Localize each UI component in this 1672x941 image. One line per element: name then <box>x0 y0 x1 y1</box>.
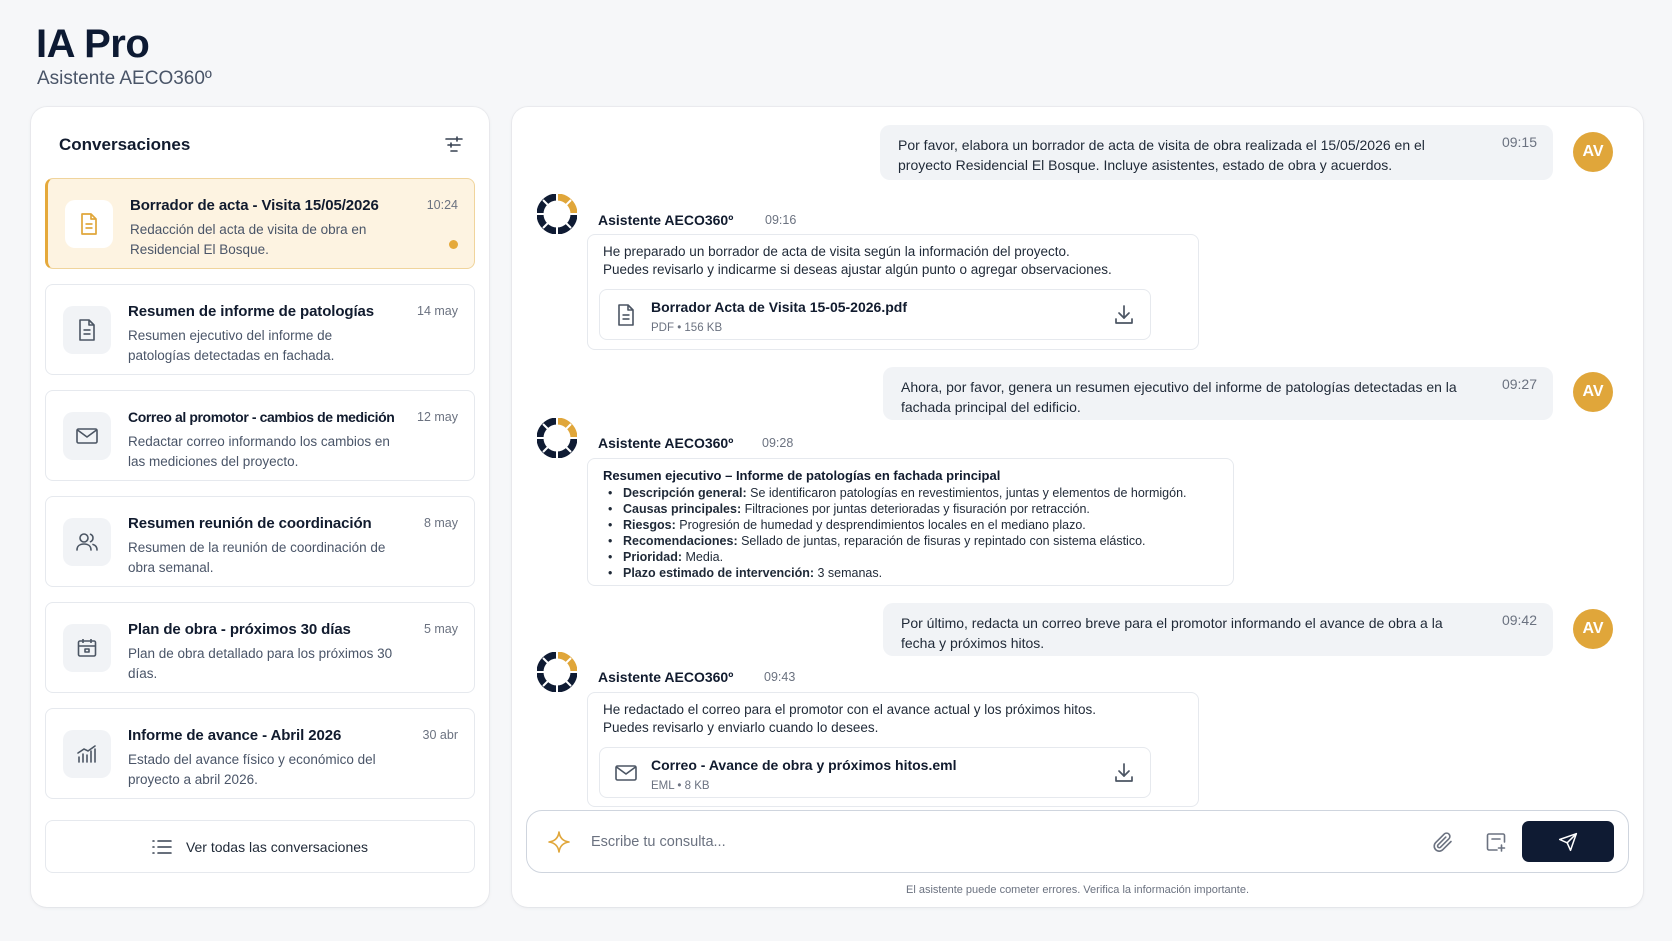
conversation-time: 5 may <box>423 622 458 636</box>
summary-list: Descripción general: Se identificaron pa… <box>603 485 1187 581</box>
conversation-desc: Resumen ejecutivo del informe de patolog… <box>128 328 335 363</box>
document-icon <box>618 304 634 326</box>
conversation-title: Resumen reunión de coordinación <box>128 515 372 532</box>
conversation-title: Informe de avance - Abril 2026 <box>128 727 342 744</box>
conversation-desc: Plan de obra detallado para los próximos… <box>128 646 393 681</box>
conversation-time: 14 may <box>417 304 458 318</box>
summary-item: Causas principales: Filtraciones por jun… <box>603 501 1187 517</box>
disclaimer: El asistente puede cometer errores. Veri… <box>906 884 1249 896</box>
user-message-time: 09:27 <box>1501 376 1537 392</box>
assistant-message-text: He redactado el correo para el promotor … <box>603 702 1097 717</box>
summary-item: Riesgos: Progresión de humedad y despren… <box>603 517 1187 533</box>
avatar: AV <box>1573 372 1613 412</box>
calendar-icon <box>63 624 111 672</box>
list-icon <box>152 839 172 854</box>
conversation-item[interactable]: Correo al promotor - cambios de medición… <box>45 390 475 481</box>
paperclip-icon[interactable] <box>1431 830 1455 854</box>
send-icon <box>1558 832 1578 851</box>
mail-icon <box>615 765 637 781</box>
summary-item: Plazo estimado de intervención: 3 semana… <box>603 565 1187 581</box>
assistant-message-text: Puedes revisarlo y enviarlo cuando lo de… <box>603 720 879 735</box>
user-message-time: 09:42 <box>1501 612 1537 628</box>
summary-item: Recomendaciones: Sellado de juntas, repa… <box>603 533 1187 549</box>
assistant-name: Asistente AECO360º <box>598 435 734 451</box>
user-message-time: 09:15 <box>1501 134 1537 150</box>
user-message-text: Por último, redacta un correo breve para… <box>901 615 1443 651</box>
conversation-title: Correo al promotor - cambios de medición <box>128 409 395 425</box>
download-icon[interactable] <box>1112 761 1136 785</box>
conversation-desc: Redactar correo informando los cambios e… <box>128 434 390 469</box>
conversation-title: Borrador de acta - Visita 15/05/2026 <box>130 197 379 214</box>
filter-icon <box>445 136 463 152</box>
conversation-item[interactable]: Borrador de acta - Visita 15/05/2026 Red… <box>45 178 475 269</box>
sparkle-icon <box>548 831 570 853</box>
conversation-time: 10:24 <box>426 198 458 212</box>
assistant-message-time: 09:43 <box>764 670 796 684</box>
mail-icon <box>63 412 111 460</box>
document-icon <box>63 306 111 354</box>
assistant-message: Resumen ejecutivo – Informe de patología… <box>587 458 1234 586</box>
conversation-item[interactable]: Plan de obra - próximos 30 días Plan de … <box>45 602 475 693</box>
assistant-name: Asistente AECO360º <box>598 212 734 228</box>
filter-button[interactable] <box>441 132 467 158</box>
view-all-conversations-button[interactable]: Ver todas las conversaciones <box>45 820 475 873</box>
attachment-card[interactable]: Borrador Acta de Visita 15-05-2026.pdf P… <box>599 289 1151 340</box>
assistant-message-text: He preparado un borrador de acta de visi… <box>603 244 1070 259</box>
assistant-logo-icon <box>537 194 577 234</box>
sidebar-header: Conversaciones <box>59 135 191 154</box>
assistant-message-time: 09:16 <box>765 213 797 227</box>
summary-title: Resumen ejecutivo – Informe de patología… <box>603 468 1001 483</box>
conversation-time: 8 may <box>423 516 458 530</box>
document-icon <box>65 200 113 248</box>
add-file-icon[interactable] <box>1484 830 1508 854</box>
chat-panel: Por favor, elabora un borrador de acta d… <box>512 107 1643 907</box>
attachment-name: Borrador Acta de Visita 15-05-2026.pdf <box>651 299 907 315</box>
user-message: Por último, redacta un correo breve para… <box>883 603 1553 656</box>
conversation-desc: Redacción del acta de visita de obra en … <box>130 222 367 257</box>
chart-icon <box>63 730 111 778</box>
user-message: Ahora, por favor, genera un resumen ejec… <box>883 367 1553 420</box>
conversation-item[interactable]: Resumen reunión de coordinación Resumen … <box>45 496 475 587</box>
assistant-message: He redactado el correo para el promotor … <box>587 692 1199 807</box>
attachment-meta: PDF • 156 KB <box>651 322 723 334</box>
attachment-meta: EML • 8 KB <box>651 780 710 792</box>
message-composer <box>526 810 1629 873</box>
message-input[interactable] <box>591 829 1351 855</box>
conversation-desc: Resumen de la reunión de coordinación de… <box>128 540 386 575</box>
download-icon[interactable] <box>1112 303 1136 327</box>
assistant-message-text: Puedes revisarlo y indicarme si deseas a… <box>603 262 1112 277</box>
conversation-time: 30 abr <box>422 728 458 742</box>
conversation-desc: Estado del avance físico y económico del… <box>128 752 376 787</box>
view-all-label: Ver todas las conversaciones <box>185 838 369 855</box>
summary-item: Descripción general: Se identificaron pa… <box>603 485 1187 501</box>
conversation-title: Plan de obra - próximos 30 días <box>128 621 351 638</box>
send-button[interactable] <box>1522 821 1614 862</box>
unread-dot <box>449 240 458 249</box>
attachment-name: Correo - Avance de obra y próximos hitos… <box>651 757 957 773</box>
conversations-sidebar: Conversaciones Borrador de acta - Visita… <box>31 107 489 907</box>
assistant-logo-icon <box>537 418 577 458</box>
assistant-logo-icon <box>537 652 577 692</box>
assistant-name: Asistente AECO360º <box>598 669 734 685</box>
conversation-item[interactable]: Informe de avance - Abril 2026 Estado de… <box>45 708 475 799</box>
avatar: AV <box>1573 609 1613 649</box>
user-message-text: Ahora, por favor, genera un resumen ejec… <box>901 379 1457 415</box>
user-message: Por favor, elabora un borrador de acta d… <box>880 125 1553 180</box>
assistant-message-time: 09:28 <box>762 436 794 450</box>
conversation-time: 12 may <box>417 410 458 424</box>
users-icon <box>63 518 111 566</box>
avatar: AV <box>1573 132 1613 172</box>
conversation-title: Resumen de informe de patologías <box>128 303 375 320</box>
assistant-message: He preparado un borrador de acta de visi… <box>587 234 1199 350</box>
conversation-list: Borrador de acta - Visita 15/05/2026 Red… <box>45 178 475 814</box>
app-subtitle: Asistente AECO360º <box>37 68 212 89</box>
summary-item: Prioridad: Media. <box>603 549 1187 565</box>
attachment-card[interactable]: Correo - Avance de obra y próximos hitos… <box>599 747 1151 798</box>
user-message-text: Por favor, elabora un borrador de acta d… <box>898 137 1425 173</box>
conversation-item[interactable]: Resumen de informe de patologías Resumen… <box>45 284 475 375</box>
app-title: IA Pro <box>36 22 150 66</box>
